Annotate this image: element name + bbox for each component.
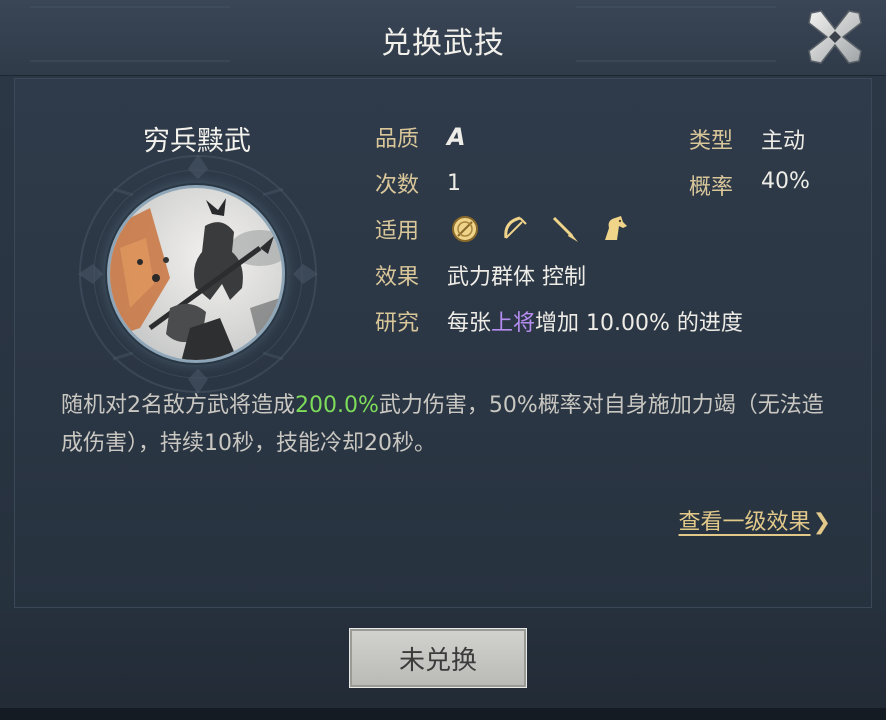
bow-icon	[497, 211, 533, 247]
effect-label: 效果	[375, 265, 420, 290]
effect-value: 武力群体 控制	[447, 265, 586, 290]
description-highlight: 200.0%	[295, 393, 379, 418]
effect-row: 效果 武力群体 控制	[375, 255, 586, 295]
research-prefix: 每张	[447, 311, 492, 336]
shield-icon	[447, 211, 483, 247]
close-button[interactable]	[802, 4, 868, 70]
type-label: 类型	[689, 129, 734, 154]
applies-row: 适用	[375, 209, 633, 249]
research-highlight: 上将	[491, 311, 536, 336]
title-bar: 兑换武技	[0, 0, 886, 76]
research-row: 研究 每张上将增加 10.00% 的进度	[375, 301, 743, 341]
chevron-right-icon: ❯	[812, 510, 831, 535]
chance-value: 40%	[761, 169, 810, 194]
count-row: 次数 1	[375, 163, 461, 203]
description-part1: 随机对2名敌方武将造成	[61, 393, 295, 418]
view-level1-effect-link[interactable]: 查看一级效果❯	[679, 504, 831, 536]
unit-type-icons	[447, 211, 633, 247]
research-label: 研究	[375, 311, 420, 336]
skill-portrait	[107, 185, 285, 363]
chance-label: 概率	[689, 175, 734, 200]
content-panel: 穷兵黩武 品质 A 类型 主动 次数 1 概率 40% 适用 效果 武力群体 控…	[14, 78, 872, 608]
exchange-button[interactable]: 未兑换	[349, 628, 527, 688]
spear-icon	[547, 211, 583, 247]
close-x-icon	[808, 10, 862, 64]
quality-label: 品质	[375, 127, 420, 152]
research-value: 每张上将增加 10.00% 的进度	[447, 305, 743, 337]
bottom-strip	[0, 708, 886, 720]
research-suffix: 增加 10.00% 的进度	[535, 311, 743, 336]
skill-info: 品质 A 类型 主动 次数 1 概率 40% 适用 效果 武力群体 控制 研究 …	[375, 117, 845, 347]
quality-value: A	[447, 123, 466, 151]
horse-icon	[597, 211, 633, 247]
count-value: 1	[447, 170, 461, 196]
warrior-portrait-icon	[110, 198, 282, 360]
type-value: 主动	[761, 129, 806, 154]
quality-row: 品质 A	[375, 117, 466, 157]
view-level1-label: 查看一级效果	[678, 510, 811, 535]
skill-description: 随机对2名敌方武将造成200.0%武力伤害，50%概率对自身施加力竭（无法造成伤…	[61, 387, 831, 463]
dialog-title: 兑换武技	[381, 26, 505, 61]
applies-label: 适用	[375, 219, 420, 244]
exchange-skill-dialog: 兑换武技 穷兵黩武 品质 A 类型 主动 次数 1 概率 40% 适用 效果 武…	[0, 0, 886, 720]
count-label: 次数	[375, 173, 420, 198]
